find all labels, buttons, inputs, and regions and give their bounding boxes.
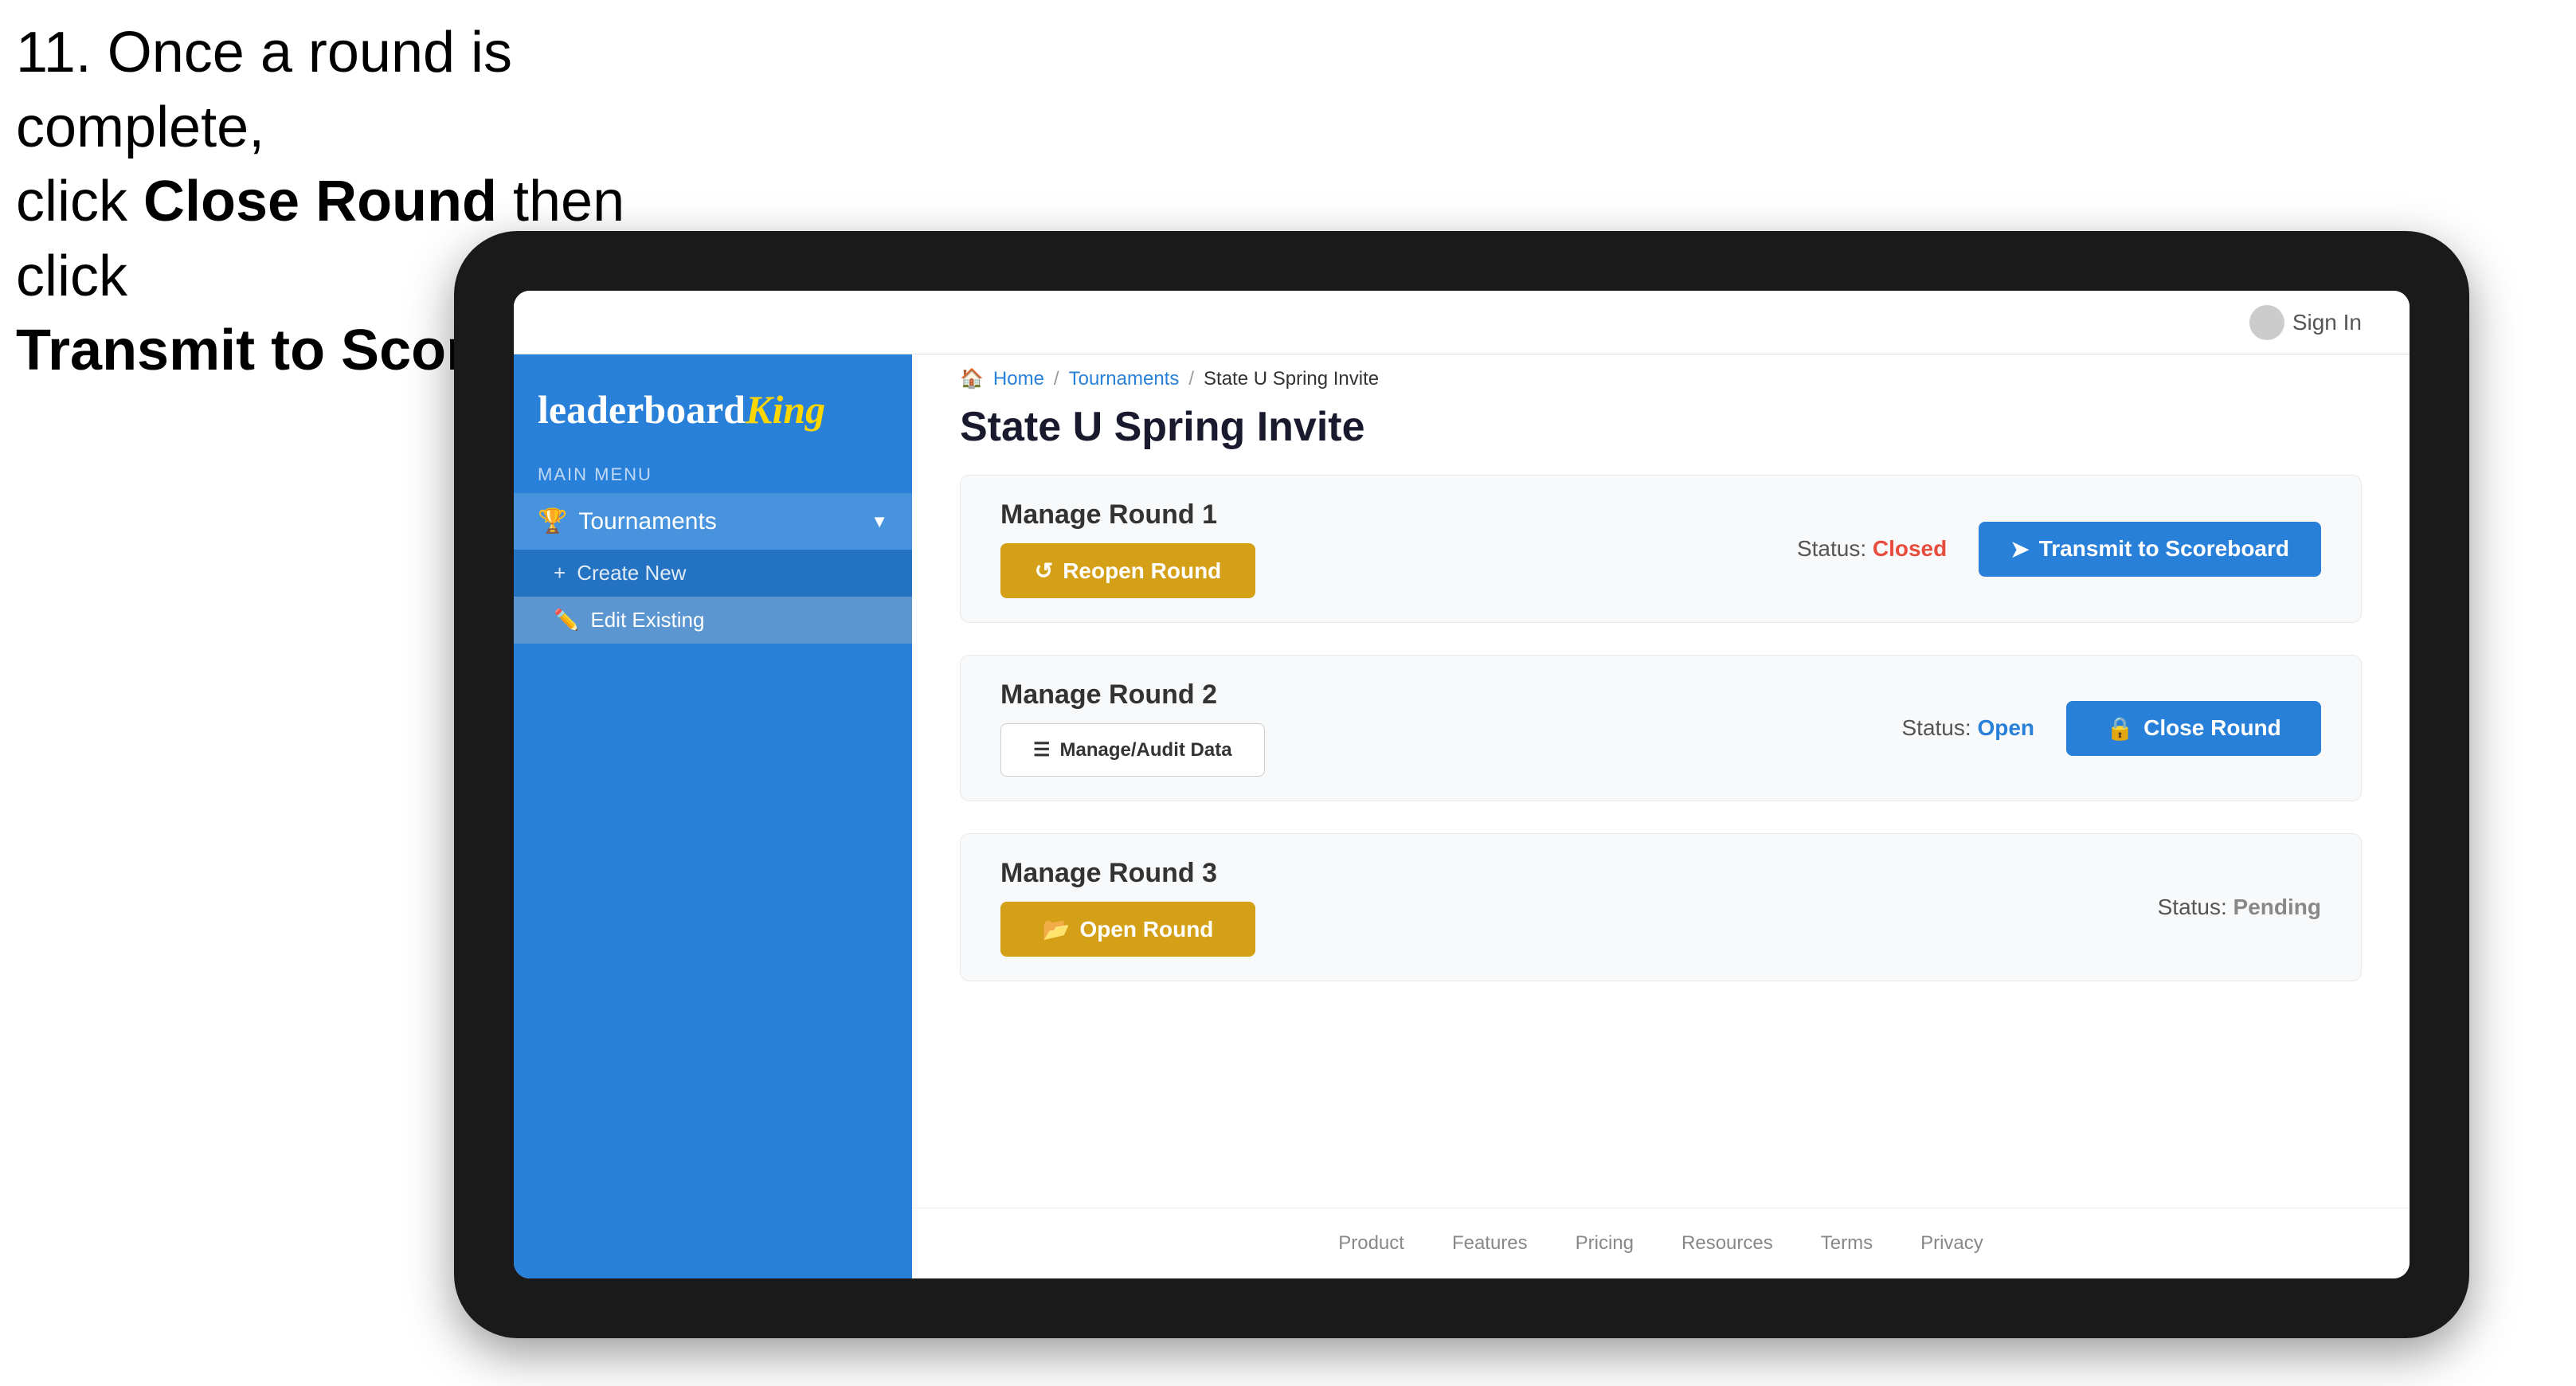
footer-features[interactable]: Features [1452,1232,1528,1255]
transmit-icon: ➤ [2010,536,2029,562]
round-3-row: Manage Round 3 📂 Open Round Status: Pend… [960,833,2362,981]
footer-pricing[interactable]: Pricing [1576,1232,1634,1255]
breadcrumb: 🏠 Home / Tournaments / State U Spring In… [912,354,2410,397]
breadcrumb-sep-1: / [1054,368,1059,390]
footer-resources[interactable]: Resources [1681,1232,1773,1255]
breadcrumb-home[interactable]: Home [993,368,1044,390]
tablet-screen: Sign In leaderboardKing MAIN MENU 🏆 Tour… [514,291,2410,1278]
close-round-button[interactable]: 🔒 Close Round [2066,701,2321,756]
footer-terms[interactable]: Terms [1821,1232,1873,1255]
chevron-down-icon: ▼ [871,511,888,532]
round-1-row: Manage Round 1 ↺ Reopen Round Status: Cl… [960,475,2362,623]
round-1-status-value: Closed [1873,536,1947,561]
round-2-status: Status: Open [1902,715,2035,741]
logo: leaderboardKing [538,386,888,433]
sidebar-item-create-new[interactable]: + Create New [514,550,912,597]
round-3-status-value: Pending [2233,895,2321,919]
edit-existing-label: Edit Existing [590,608,704,632]
sidebar: leaderboardKing MAIN MENU 🏆 Tournaments … [514,354,912,1278]
tablet-device: Sign In leaderboardKing MAIN MENU 🏆 Tour… [454,231,2469,1338]
trophy-icon: 🏆 [538,507,567,535]
main-menu-label: MAIN MENU [514,456,912,493]
transmit-scoreboard-button[interactable]: ➤ Transmit to Scoreboard [1979,522,2321,577]
round-2-status-value: Open [1977,715,2034,740]
audit-icon: ☰ [1033,738,1051,762]
round-1-status: Status: Closed [1797,536,1947,562]
sidebar-item-edit-existing[interactable]: ✏️ Edit Existing [514,597,912,644]
round-2-left: Manage Round 2 ☰ Manage/Audit Data [1000,679,1265,777]
sidebar-item-tournaments[interactable]: 🏆 Tournaments ▼ [514,493,912,550]
reopen-round-button[interactable]: ↺ Reopen Round [1000,543,1255,598]
round-3-right: Status: Pending [2158,895,2321,920]
sign-in-label: Sign In [2292,310,2362,335]
avatar-icon [2249,305,2284,340]
edit-icon: ✏️ [554,608,579,632]
round-3-status: Status: Pending [2158,895,2321,920]
sign-in-button[interactable]: Sign In [2249,305,2362,340]
manage-audit-button[interactable]: ☰ Manage/Audit Data [1000,723,1265,777]
round-1-right: Status: Closed ➤ Transmit to Scoreboard [1797,522,2321,577]
round-1-left: Manage Round 1 ↺ Reopen Round [1000,499,1255,598]
lock-icon: 🔒 [2106,715,2134,742]
footer: Product Features Pricing Resources Terms… [912,1208,2410,1278]
round-2-right: Status: Open 🔒 Close Round [1902,701,2322,756]
round-1-title: Manage Round 1 [1000,499,1255,531]
tournaments-label: Tournaments [578,508,716,535]
sidebar-submenu: + Create New ✏️ Edit Existing [514,550,912,644]
round-3-left: Manage Round 3 📂 Open Round [1000,858,1255,957]
round-3-title: Manage Round 3 [1000,858,1255,889]
top-bar: Sign In [514,291,2410,354]
round-2-title: Manage Round 2 [1000,679,1265,711]
logo-king: King [746,387,825,432]
main-layout: leaderboardKing MAIN MENU 🏆 Tournaments … [514,354,2410,1278]
content-area: 🏠 Home / Tournaments / State U Spring In… [912,354,2410,1278]
open-round-button[interactable]: 📂 Open Round [1000,902,1255,957]
round-2-row: Manage Round 2 ☰ Manage/Audit Data Statu… [960,655,2362,801]
reopen-icon: ↺ [1035,558,1053,584]
logo-area: leaderboardKing [514,354,912,456]
footer-product[interactable]: Product [1338,1232,1404,1255]
footer-privacy[interactable]: Privacy [1920,1232,1983,1255]
rounds-container: Manage Round 1 ↺ Reopen Round Status: Cl… [912,475,2410,981]
breadcrumb-current: State U Spring Invite [1204,368,1379,390]
plus-icon: + [554,561,566,585]
create-new-label: Create New [577,561,686,585]
logo-leaderboard: leaderboard [538,387,746,432]
breadcrumb-tournaments[interactable]: Tournaments [1069,368,1180,390]
breadcrumb-sep-2: / [1188,368,1194,390]
page-title: State U Spring Invite [912,397,2410,475]
open-icon: 📂 [1043,916,1071,942]
home-icon: 🏠 [960,367,984,390]
